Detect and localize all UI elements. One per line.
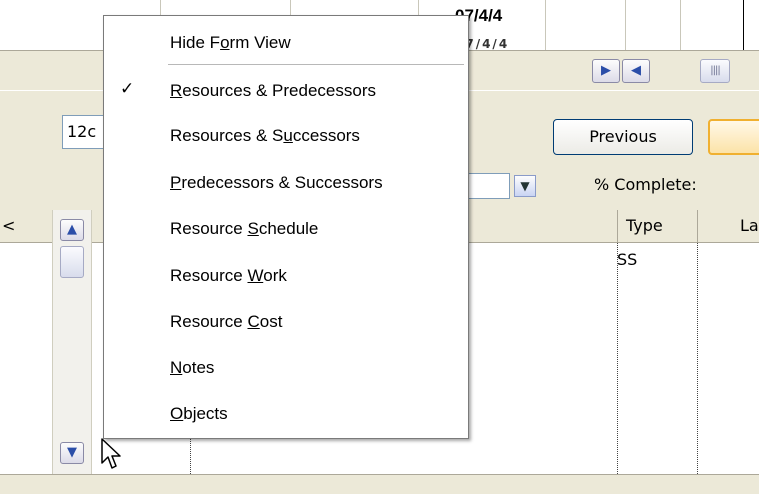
arrow-up-icon: ▲ [67,222,77,237]
task-type-dropdown-button[interactable]: ▼ [514,175,536,197]
grid-column-divider [617,243,618,474]
arrow-left-icon: ◀ [631,63,641,78]
vertical-scrollbar[interactable]: ▲ ▼ [52,210,92,474]
arrow-right-icon: ▶ [601,63,611,78]
vertical-scroll-thumb[interactable] [60,246,84,278]
arrow-down-icon: ▼ [67,445,77,460]
scroll-up-button[interactable]: ▲ [60,219,84,241]
horizontal-scroll-thumb[interactable]: |||| [700,59,730,83]
percent-complete-label: % Complete: [594,175,697,194]
mouse-cursor-icon [101,438,121,469]
scroll-left-button[interactable]: ◀ [622,59,650,83]
grid-header-type[interactable]: Type [626,216,663,235]
status-strip [0,474,759,494]
menu-item-resources-successors[interactable]: Resources & Successors [170,121,360,151]
previous-button-label: Previous [589,127,657,146]
menu-item-hide-form-view[interactable]: Hide Form View [170,28,291,58]
menu-item-objects[interactable]: Objects [170,399,228,429]
menu-item-resource-work[interactable]: Resource Work [170,261,287,291]
grid-cell-type[interactable]: SS [617,250,637,269]
scroll-right-button[interactable]: ▶ [592,59,620,83]
grid-column-divider [697,243,698,474]
menu-item-resource-cost[interactable]: Resource Cost [170,307,282,337]
scroll-down-button[interactable]: ▼ [60,442,84,464]
menu-item-resource-schedule[interactable]: Resource Schedule [170,214,318,244]
chevron-down-icon: ▼ [520,179,530,193]
menu-item-notes[interactable]: Notes [170,353,214,383]
menu-separator [168,64,464,65]
grip-icon: |||| [710,65,721,76]
form-view-context-menu[interactable]: Hide Form View ✓ Resources & Predecessor… [103,15,469,439]
next-button[interactable] [708,119,759,155]
previous-button[interactable]: Previous [553,119,693,155]
grid-header-left: < [2,216,16,235]
menu-item-predecessors-successors[interactable]: Predecessors & Successors [170,168,383,198]
grid-header-lag[interactable]: La [740,216,759,235]
check-icon: ✓ [120,79,135,99]
menu-item-resources-predecessors[interactable]: Resources & Predecessors [170,76,376,106]
